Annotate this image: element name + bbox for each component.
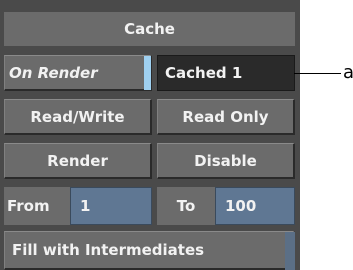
on-render-indicator — [144, 56, 151, 90]
read-only-button[interactable]: Read Only — [157, 99, 295, 135]
disable-button[interactable]: Disable — [157, 143, 295, 179]
render-button[interactable]: Render — [4, 143, 152, 179]
fill-option-toggle-indicator — [285, 232, 295, 270]
read-write-button[interactable]: Read/Write — [4, 99, 152, 135]
to-label: To — [157, 187, 215, 225]
from-input[interactable]: 1 — [70, 187, 152, 225]
on-render-button[interactable]: On Render — [4, 55, 152, 91]
from-label: From — [4, 187, 70, 225]
to-input[interactable]: 100 — [215, 187, 295, 225]
panel-title: Cache — [4, 12, 295, 46]
fill-intermediates-label: Fill with Intermediates — [12, 241, 205, 259]
callout-label: a — [343, 62, 353, 83]
callout-line — [294, 73, 341, 74]
cache-status-field: Cached 1 — [157, 55, 295, 91]
fill-intermediates-button[interactable]: Fill with Intermediates — [4, 231, 295, 270]
on-render-label: On Render — [9, 63, 98, 82]
